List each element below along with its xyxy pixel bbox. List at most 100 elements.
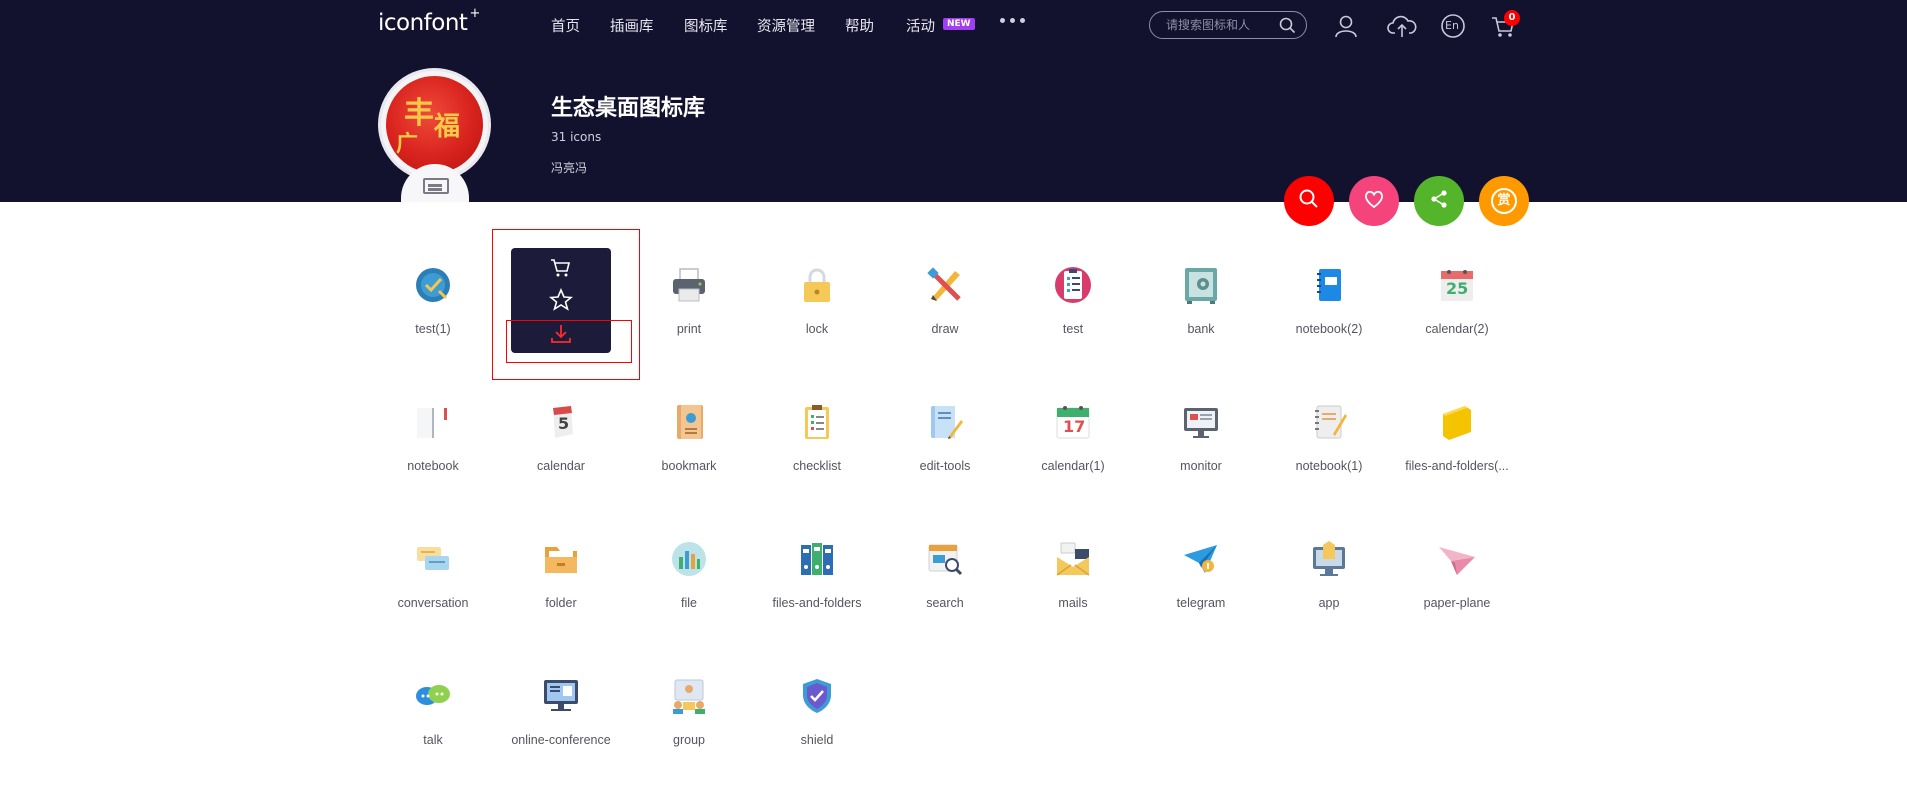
icon-card[interactable]: print: [625, 265, 753, 385]
icon-name: shield: [800, 733, 834, 747]
icon-card[interactable]: 17 calendar(1): [1009, 402, 1137, 522]
icon-name: calendar(1): [1041, 459, 1105, 473]
icon-name: bookmark: [661, 459, 717, 473]
logo-text: iconfont: [378, 10, 468, 36]
icon-card[interactable]: test(1): [369, 265, 497, 385]
icon-card[interactable]: files-and-folders: [753, 539, 881, 659]
icon-card[interactable]: mails: [1009, 539, 1137, 659]
icon-card[interactable]: notebook(2): [1265, 265, 1393, 385]
icon-card[interactable]: file: [625, 539, 753, 659]
notebook-blue-icon: [1309, 265, 1349, 305]
icon-name: app: [1318, 596, 1340, 610]
download-highlight-box: [506, 320, 632, 363]
yellow-folder-icon: [1437, 402, 1477, 442]
icon-card[interactable]: app: [1265, 539, 1393, 659]
icon-card[interactable]: 25 calendar(2): [1393, 265, 1521, 385]
icon-name: test: [1062, 322, 1084, 336]
conversation-icon: [413, 539, 453, 579]
monitor-icon: [1181, 402, 1221, 442]
icon-card[interactable]: notebook(1): [1265, 402, 1393, 522]
icon-card[interactable]: checklist: [753, 402, 881, 522]
icon-name: files-and-folders: [772, 596, 862, 610]
icon-card[interactable]: talk: [369, 676, 497, 796]
icon-card[interactable]: conversation: [369, 539, 497, 659]
file-bars-icon: [669, 539, 709, 579]
icon-card[interactable]: notebook: [369, 402, 497, 522]
icon-card[interactable]: test: [1009, 265, 1137, 385]
reward-action-button[interactable]: 赏: [1479, 176, 1529, 226]
draw-tools-icon: [925, 265, 965, 305]
icon-card[interactable]: edit-tools: [881, 402, 1009, 522]
paper-plane-icon: [1437, 539, 1477, 579]
language-en-icon[interactable]: En: [1439, 12, 1467, 40]
avatar-image: 丰 福 广: [386, 76, 483, 173]
icon-name: folder: [545, 596, 577, 610]
cart-count-badge: 0: [1504, 10, 1520, 26]
library-author[interactable]: 冯亮冯: [551, 159, 587, 176]
icon-card[interactable]: lock: [753, 265, 881, 385]
icon-card[interactable]: folder: [497, 539, 625, 659]
icon-card[interactable]: draw: [881, 265, 1009, 385]
user-icon[interactable]: [1332, 12, 1360, 40]
new-badge: NEW: [943, 18, 975, 30]
logo-mark: +: [469, 6, 480, 22]
library-icon-count: 31 icons: [551, 130, 602, 144]
icon-name: calendar: [537, 459, 585, 473]
icon-card[interactable]: 5 calendar: [497, 402, 625, 522]
search-input[interactable]: [1166, 16, 1276, 34]
calendar-icon: 17: [1053, 402, 1093, 442]
search-icon: [1298, 188, 1320, 214]
iconfont-logo[interactable]: iconfont +: [378, 6, 480, 36]
checkmark-badge-icon: [413, 265, 453, 305]
mail-envelope-icon: [1053, 539, 1093, 579]
icon-name: file: [681, 596, 697, 610]
icon-card[interactable]: paper-plane: [1393, 539, 1521, 659]
nav-illustrations[interactable]: 插画库: [610, 15, 654, 36]
share-action-button[interactable]: [1414, 176, 1464, 226]
share-icon: [1428, 188, 1450, 214]
calendar-day: 25: [1446, 279, 1469, 298]
icon-name: monitor: [1180, 459, 1222, 473]
notebook-sketch-icon: [1309, 402, 1349, 442]
icon-card[interactable]: monitor: [1137, 402, 1265, 522]
nav-activities[interactable]: 活动: [906, 15, 935, 36]
online-conference-icon: [541, 676, 581, 716]
icon-name: edit-tools: [919, 459, 971, 473]
calendar-icon: 25: [1437, 265, 1477, 305]
reward-icon: 赏: [1491, 188, 1517, 214]
icon-name: notebook(2): [1295, 322, 1363, 336]
icon-name: notebook(1): [1295, 459, 1363, 473]
upload-cloud-icon[interactable]: [1387, 12, 1417, 40]
icon-name: talk: [423, 733, 443, 747]
search-icon[interactable]: [1279, 17, 1296, 38]
talk-bubbles-icon: [413, 676, 453, 716]
nav-home[interactable]: 首页: [551, 15, 580, 36]
checklist-clipboard-icon: [797, 402, 837, 442]
icon-card[interactable]: group: [625, 676, 753, 796]
icon-name: telegram: [1176, 596, 1226, 610]
icon-card[interactable]: bookmark: [625, 402, 753, 522]
calendar-day: 5: [558, 414, 570, 433]
more-dots-icon[interactable]: [1000, 18, 1025, 23]
open-notebook-icon: [413, 402, 453, 442]
icon-name: notebook: [407, 459, 459, 473]
bookmark-book-icon: [669, 402, 709, 442]
group-users-icon: [669, 676, 709, 716]
favorite-action-button[interactable]: [1349, 176, 1399, 226]
top-header: [0, 0, 1907, 202]
icon-card[interactable]: telegram: [1137, 539, 1265, 659]
search-action-button[interactable]: [1284, 176, 1334, 226]
icon-name: conversation: [397, 596, 469, 610]
icon-name: lock: [805, 322, 829, 336]
document-icon: [423, 178, 449, 194]
icon-card[interactable]: files-and-folders(...: [1393, 402, 1521, 522]
nav-help[interactable]: 帮助: [845, 15, 874, 36]
icon-card[interactable]: search: [881, 539, 1009, 659]
icon-card[interactable]: shield: [753, 676, 881, 796]
search-box[interactable]: [1149, 11, 1307, 39]
lock-icon: [797, 265, 837, 305]
nav-resources[interactable]: 资源管理: [757, 15, 815, 36]
icon-card[interactable]: bank: [1137, 265, 1265, 385]
nav-icon-library[interactable]: 图标库: [684, 15, 728, 36]
icon-card[interactable]: online-conference: [497, 676, 625, 796]
